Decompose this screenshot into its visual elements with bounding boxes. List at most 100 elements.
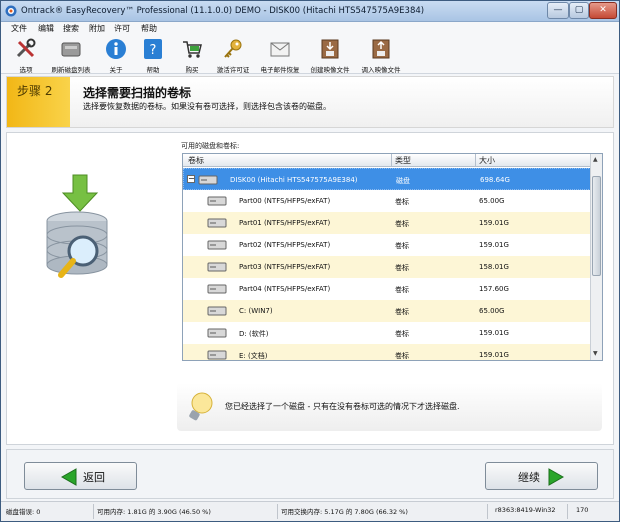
create-image-button[interactable]: 创建映像文件 bbox=[306, 38, 354, 74]
buy-label: 购买 bbox=[185, 66, 199, 74]
column-header-type[interactable]: 类型 bbox=[395, 155, 411, 166]
options-label: 选项 bbox=[19, 66, 33, 74]
volume-name: Part03 (NTFS/HFPS/exFAT) bbox=[239, 263, 331, 271]
create-image-icon bbox=[321, 39, 339, 59]
volume-tree[interactable]: 卷标 类型 大小 − DISK00 (Hitachi HTS547575A9E3… bbox=[182, 153, 603, 361]
arrow-right-icon bbox=[548, 468, 564, 486]
help-icon: ? bbox=[144, 39, 162, 59]
menu-extras[interactable]: 附加 bbox=[89, 23, 105, 34]
volume-size: 698.64G bbox=[480, 176, 510, 184]
volume-icon bbox=[207, 306, 227, 316]
menu-edit[interactable]: 编辑 bbox=[38, 23, 54, 34]
volume-name: Part02 (NTFS/HFPS/exFAT) bbox=[239, 241, 331, 249]
volume-size: 159.01G bbox=[479, 219, 509, 227]
email-recovery-button[interactable]: 电子邮件恢复 bbox=[257, 38, 303, 74]
refresh-disk-list-button[interactable]: 刷新磁盘列表 bbox=[45, 38, 97, 74]
load-image-label: 调入映像文件 bbox=[361, 66, 401, 74]
volume-icon bbox=[207, 350, 227, 360]
table-row-e[interactable]: E: (文档) 卷标 159.01G bbox=[183, 344, 591, 360]
volume-size: 158.01G bbox=[479, 263, 509, 271]
column-divider[interactable] bbox=[475, 154, 476, 166]
options-button[interactable]: 选项 bbox=[8, 38, 44, 74]
back-button[interactable]: 返回 bbox=[24, 462, 137, 490]
status-counter: 170 bbox=[576, 506, 589, 514]
scroll-up-icon[interactable]: ▲ bbox=[593, 156, 598, 163]
table-row-part02[interactable]: Part02 (NTFS/HFPS/exFAT) 卷标 159.01G bbox=[183, 234, 591, 256]
refresh-disk-list-label: 刷新磁盘列表 bbox=[51, 66, 91, 74]
table-row-c[interactable]: C: (WIN7) 卷标 65.00G bbox=[183, 300, 591, 322]
menu-help[interactable]: 帮助 bbox=[141, 23, 157, 34]
volume-name: DISK00 (Hitachi HTS547575A9E384) bbox=[230, 176, 358, 184]
volume-name: Part04 (NTFS/HFPS/exFAT) bbox=[239, 285, 331, 293]
next-label: 继续 bbox=[518, 471, 540, 484]
step-title: 选择需要扫描的卷标 bbox=[83, 86, 192, 100]
step-badge: 步骤 2 bbox=[7, 77, 70, 127]
app-logo-icon bbox=[5, 5, 17, 17]
volume-size: 65.00G bbox=[479, 197, 505, 205]
app-window: Ontrack® EasyRecovery™ Professional (11.… bbox=[0, 0, 620, 522]
table-row-disk00[interactable]: − DISK00 (Hitachi HTS547575A9E384) 磁盘 69… bbox=[183, 168, 591, 190]
status-divider bbox=[277, 504, 278, 519]
table-row-part03[interactable]: Part03 (NTFS/HFPS/exFAT) 卷标 158.01G bbox=[183, 256, 591, 278]
minimize-button[interactable]: — bbox=[547, 2, 569, 19]
disk-search-icon bbox=[46, 174, 108, 278]
menu-license[interactable]: 许可 bbox=[114, 23, 130, 34]
menu-bar: 文件 编辑 搜索 附加 许可 帮助 bbox=[1, 22, 619, 36]
title-bar[interactable]: Ontrack® EasyRecovery™ Professional (11.… bbox=[1, 1, 619, 22]
menu-search[interactable]: 搜索 bbox=[63, 23, 79, 34]
volume-type: 磁盘 bbox=[396, 177, 410, 185]
menu-file[interactable]: 文件 bbox=[11, 23, 27, 34]
status-disk-errors: 磁盘错误: 0 bbox=[6, 508, 41, 516]
volume-size: 159.01G bbox=[479, 351, 509, 359]
vertical-scrollbar[interactable]: ▲ ▼ bbox=[590, 154, 602, 360]
volume-name: D: (软件) bbox=[239, 330, 269, 338]
step-description: 选择要恢复数据的卷标。如果没有卷可选择，则选择包含该卷的磁盘。 bbox=[83, 102, 331, 111]
volume-icon bbox=[207, 218, 227, 228]
volume-type: 卷标 bbox=[395, 264, 409, 272]
cart-icon bbox=[183, 41, 202, 58]
status-divider bbox=[487, 504, 488, 519]
table-row-part00[interactable]: Part00 (NTFS/HFPS/exFAT) 卷标 65.00G bbox=[183, 190, 591, 212]
load-image-button[interactable]: 调入映像文件 bbox=[357, 38, 405, 74]
info-message: 您已经选择了一个磁盘 - 只有在没有卷标可选的情况下才选择磁盘. bbox=[225, 402, 460, 411]
volume-type: 卷标 bbox=[395, 330, 409, 338]
buy-button[interactable]: 购买 bbox=[175, 38, 209, 74]
column-header-size[interactable]: 大小 bbox=[479, 155, 495, 166]
close-button[interactable]: ✕ bbox=[589, 2, 617, 19]
activate-license-button[interactable]: 激活许可证 bbox=[213, 38, 253, 74]
volume-icon bbox=[207, 262, 227, 272]
volume-type: 卷标 bbox=[395, 286, 409, 294]
table-row-part01[interactable]: Part01 (NTFS/HFPS/exFAT) 卷标 159.01G bbox=[183, 212, 591, 234]
column-header-name[interactable]: 卷标 bbox=[188, 155, 204, 166]
arrow-left-icon bbox=[61, 468, 77, 486]
volume-icon bbox=[207, 196, 227, 206]
about-button[interactable]: 关于 bbox=[99, 38, 133, 74]
back-label: 返回 bbox=[83, 471, 105, 484]
scroll-down-icon[interactable]: ▼ bbox=[593, 350, 598, 357]
table-row-part04[interactable]: Part04 (NTFS/HFPS/exFAT) 卷标 157.60G bbox=[183, 278, 591, 300]
activate-license-label: 激活许可证 bbox=[216, 66, 250, 74]
volume-size: 157.60G bbox=[479, 285, 509, 293]
maximize-button[interactable]: ▢ bbox=[569, 2, 589, 19]
volume-icon bbox=[207, 240, 227, 250]
column-divider[interactable] bbox=[391, 154, 392, 166]
main-panel: 可用的磁盘和卷标: 卷标 类型 大小 − DISK00 (Hitachi HTS… bbox=[6, 132, 614, 445]
volume-size: 159.01G bbox=[479, 241, 509, 249]
scroll-thumb[interactable] bbox=[592, 176, 601, 276]
about-label: 关于 bbox=[109, 66, 123, 74]
status-bar: 磁盘错误: 0 可用内存: 1.81G 的 3.90G (46.50 %) 可用… bbox=[1, 501, 619, 521]
volume-name: Part00 (NTFS/HFPS/exFAT) bbox=[239, 197, 331, 205]
volume-list-label: 可用的磁盘和卷标: bbox=[181, 142, 240, 150]
volume-type: 卷标 bbox=[395, 352, 409, 360]
status-divider bbox=[567, 504, 568, 519]
volume-name: C: (WIN7) bbox=[239, 307, 273, 315]
help-button[interactable]: ? 帮助 bbox=[136, 38, 170, 74]
volume-type: 卷标 bbox=[395, 242, 409, 250]
collapse-toggle[interactable]: − bbox=[187, 175, 195, 183]
status-build: r8363:8419-Win32 bbox=[495, 506, 556, 514]
status-divider bbox=[93, 504, 94, 519]
volume-size: 65.00G bbox=[479, 307, 505, 315]
mail-icon bbox=[270, 42, 290, 57]
table-row-d[interactable]: D: (软件) 卷标 159.01G bbox=[183, 322, 591, 344]
next-button[interactable]: 继续 bbox=[485, 462, 598, 490]
